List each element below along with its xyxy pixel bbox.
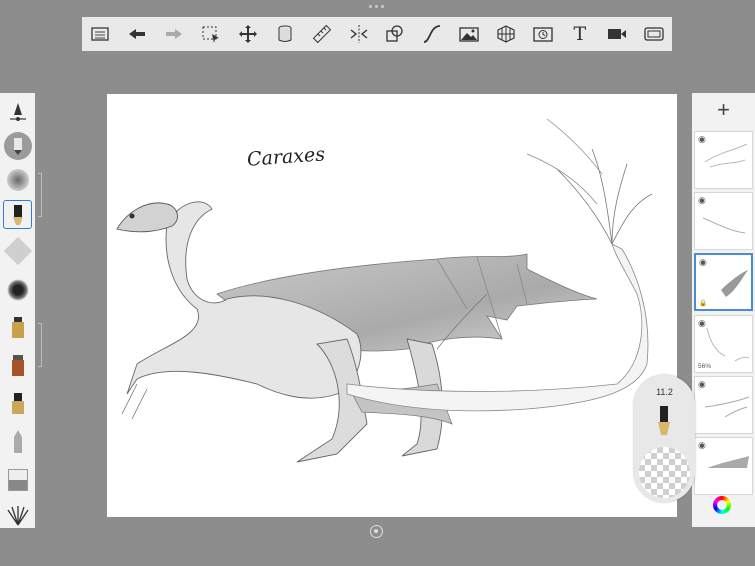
selection-icon[interactable]	[196, 19, 226, 49]
top-handle-dots[interactable]	[369, 5, 384, 8]
add-layer-button[interactable]: +	[692, 93, 755, 127]
eye-icon[interactable]: ◉	[698, 318, 706, 329]
drawing-canvas[interactable]: Caraxes	[107, 94, 677, 517]
fullscreen-icon[interactable]	[639, 19, 669, 49]
eye-icon[interactable]: ◉	[698, 134, 706, 145]
curve-icon[interactable]	[417, 19, 447, 49]
sidebar-scroll-tick	[38, 323, 42, 367]
eraser-brush[interactable]	[3, 465, 32, 494]
eye-icon[interactable]: ◉	[698, 195, 706, 206]
layer-thumbnail-5[interactable]: ◉	[694, 376, 753, 434]
text-tool-glyph: T	[573, 23, 587, 45]
chalk-brush[interactable]	[3, 236, 32, 265]
airbrush[interactable]	[3, 165, 32, 194]
eye-icon[interactable]: ◉	[698, 379, 706, 390]
paint-brush[interactable]	[3, 351, 32, 380]
brush-puck[interactable]: 11.2	[634, 375, 695, 502]
fill-icon[interactable]	[270, 19, 300, 49]
brush-size-slider-icon[interactable]	[3, 97, 32, 126]
eye-icon[interactable]: ◉	[698, 440, 706, 451]
eye-icon[interactable]: ◉	[699, 257, 707, 268]
felt-pen-brush[interactable]	[3, 389, 32, 418]
dragon-sketch-artwork	[116, 118, 653, 463]
marker-brush[interactable]	[3, 313, 32, 342]
transform-icon[interactable]	[233, 19, 263, 49]
pencil-brush[interactable]	[3, 131, 32, 160]
layer-thumbnail-3[interactable]: ◉ 🔒	[694, 253, 753, 311]
image-import-icon[interactable]	[454, 19, 484, 49]
layer-thumbnail-6[interactable]: ◉	[694, 437, 753, 495]
text-icon[interactable]: T	[565, 19, 595, 49]
video-record-icon[interactable]	[602, 19, 632, 49]
main-toolbar: T	[82, 17, 672, 51]
shapes-icon[interactable]	[380, 19, 410, 49]
current-color-swatch[interactable]	[639, 447, 690, 498]
layer-thumbnail-2[interactable]: ◉	[694, 192, 753, 250]
brush-size-value: 11.2	[656, 387, 673, 397]
color-wheel-icon[interactable]	[713, 496, 731, 514]
perspective-grid-icon[interactable]	[491, 19, 521, 49]
splatter-brush[interactable]	[3, 275, 32, 304]
undo-icon[interactable]	[122, 19, 152, 49]
layer-list-icon[interactable]	[85, 19, 115, 49]
layer-thumbnail-1[interactable]: ◉	[694, 131, 753, 189]
time-lapse-icon[interactable]	[528, 19, 558, 49]
symmetry-icon[interactable]	[344, 19, 374, 49]
layer-lock-icon: 🔒	[699, 300, 708, 307]
blender-brush[interactable]	[3, 427, 32, 456]
redo-icon[interactable]	[159, 19, 189, 49]
canvas-reset-handle[interactable]	[370, 525, 383, 538]
ink-pen-icon	[658, 406, 670, 435]
brush-library-sidebar	[0, 93, 35, 528]
layer-thumbnail-4[interactable]: ◉ 56%	[694, 315, 753, 373]
layers-panel: + ◉ ◉ ◉ 🔒 ◉ 56% ◉ ◉	[692, 93, 755, 527]
fan-brush[interactable]	[3, 501, 32, 530]
ink-pen-brush[interactable]	[3, 200, 32, 229]
sidebar-scroll-tick	[38, 173, 42, 217]
layer-opacity-label: 56%	[698, 363, 712, 370]
ruler-icon[interactable]	[307, 19, 337, 49]
